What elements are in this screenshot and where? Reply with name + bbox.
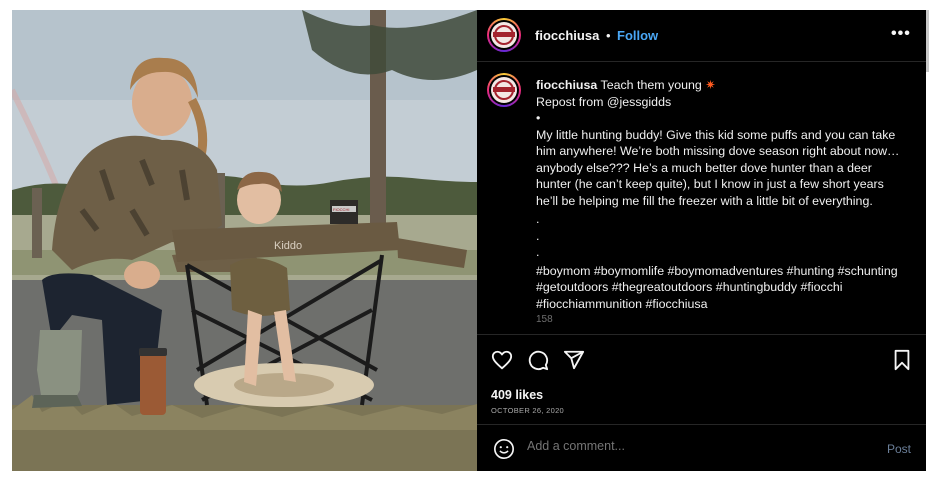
paper-plane-icon[interactable] [563,349,585,371]
comment-input[interactable] [527,439,867,453]
caption-username[interactable]: fiocchiusa [536,78,597,92]
fiocchi-logo-icon [491,77,517,103]
caption-cutoff: 158 [536,314,553,325]
comment-icon[interactable] [527,349,549,371]
caption-dots: . . . [536,212,540,259]
more-options-icon[interactable]: ••• [891,25,911,43]
instagram-post-modal: Kiddo FIOCCHI fiocchiusa • Follow ••• fi… [0,0,937,484]
caption-hashtags: #boymom #boymomlife #boymomadventures #h… [536,263,902,311]
tumbler [140,350,166,415]
post-caption: fiocchiusa Teach them young ✷ Repost fro… [536,77,904,329]
caption-repost: Repost from @jessgidds [536,94,672,109]
bookmark-icon[interactable] [891,349,913,371]
post-header: fiocchiusa • Follow ••• [477,10,926,62]
caption-body: My little hunting buddy! Give this kid s… [536,127,900,208]
fence-post [32,188,42,258]
post-date[interactable]: OCTOBER 26, 2020 [491,406,564,415]
follow-button[interactable]: Follow [617,28,658,43]
sparkle-icon: ✷ [705,78,716,92]
caption-avatar[interactable] [487,73,521,107]
post-comment-button[interactable]: Post [887,442,911,456]
tumbler-lid [139,348,167,356]
like-count[interactable]: 409 likes [491,388,543,402]
ammo-box-text: FIOCCHI [333,207,349,212]
caption-scroll-area[interactable]: fiocchiusa Teach them young ✷ Repost fro… [477,63,926,333]
caption-bullet: • [536,111,541,125]
smiley-icon[interactable] [493,438,515,460]
post-photo[interactable]: Kiddo FIOCCHI [12,10,477,471]
comment-bar: Post [477,424,926,471]
profile-avatar[interactable] [487,18,521,52]
post-detail-panel: fiocchiusa • Follow ••• fiocchiusa Teach… [477,10,926,471]
scrollbar-thumb[interactable] [926,10,929,72]
separator-dot: • [606,28,611,43]
photo-illustration: Kiddo FIOCCHI [12,10,477,471]
fiocchi-logo-icon [491,22,517,48]
scrollbar-track[interactable] [926,10,930,471]
chair-brand: Kiddo [274,240,302,252]
post-actions: 409 likes OCTOBER 26, 2020 [477,334,926,424]
caption-headline: Teach them young [600,78,702,92]
heart-icon[interactable] [491,349,513,371]
header-username[interactable]: fiocchiusa [535,28,599,43]
